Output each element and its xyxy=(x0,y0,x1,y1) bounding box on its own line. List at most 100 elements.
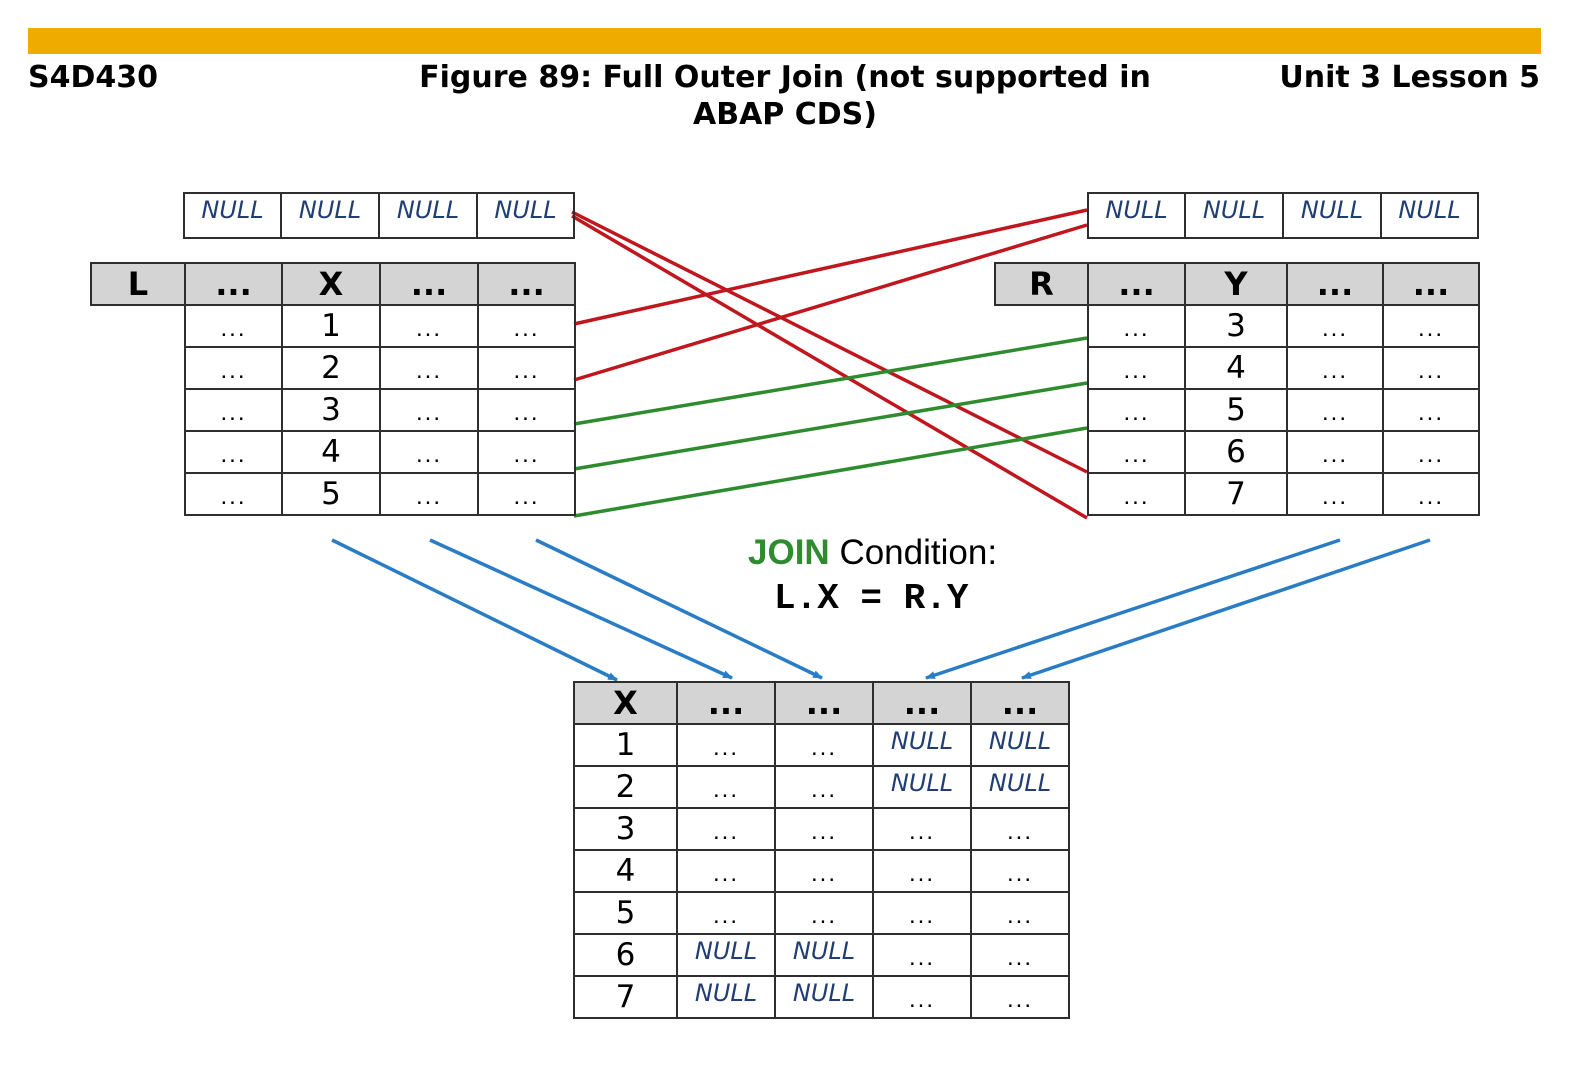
table-name-cell: R xyxy=(994,262,1089,306)
result-table: X ... ... ... ... 1 ... ... NULL NULL 2 … xyxy=(573,681,1070,1019)
table-cell: ... xyxy=(1286,346,1384,390)
table-cell: ... xyxy=(1087,388,1186,432)
key-cell: 4 xyxy=(1184,346,1288,390)
key-cell: 6 xyxy=(573,933,678,977)
spacer-cell xyxy=(91,389,185,431)
spacer-cell xyxy=(995,305,1088,347)
key-cell: 3 xyxy=(281,388,381,432)
right-table: R ... Y ... ... ... 3 ... ... ... 4 ... … xyxy=(994,262,1480,516)
null-cell: NULL xyxy=(476,192,575,239)
null-cell: NULL xyxy=(970,765,1070,809)
condition-word: Condition: xyxy=(839,533,998,572)
column-header: ... xyxy=(184,262,283,306)
table-cell: ... xyxy=(184,346,283,390)
key-cell: 5 xyxy=(281,472,381,516)
table-cell: ... xyxy=(774,765,874,809)
table-row: ... 3 ... ... xyxy=(995,304,1480,348)
table-cell: ... xyxy=(676,849,776,893)
column-header: ... xyxy=(774,681,874,725)
column-header: X xyxy=(281,262,381,306)
null-cell: NULL xyxy=(280,192,380,239)
table-cell: ... xyxy=(184,472,283,516)
table-cell: ... xyxy=(774,723,874,767)
table-cell: ... xyxy=(872,891,972,935)
table-cell: ... xyxy=(970,933,1070,977)
null-cell: NULL xyxy=(378,192,478,239)
table-row: ... 5 ... ... xyxy=(91,472,576,516)
table-row: 4 ... ... ... ... xyxy=(573,849,1070,893)
spacer-cell xyxy=(995,389,1088,431)
table-row: ... 3 ... ... xyxy=(91,388,576,432)
table-row: 7 NULL NULL ... ... xyxy=(573,975,1070,1019)
key-cell: 2 xyxy=(281,346,381,390)
null-cell: NULL xyxy=(970,723,1070,767)
spacer-cell xyxy=(91,431,185,473)
spacer-cell xyxy=(995,347,1088,389)
table-cell: ... xyxy=(676,723,776,767)
join-keyword: JOIN xyxy=(748,533,830,572)
key-cell: 3 xyxy=(1184,304,1288,348)
spacer-cell xyxy=(995,431,1088,473)
table-cell: ... xyxy=(774,891,874,935)
null-cell: NULL xyxy=(774,975,874,1019)
table-row: ... 1 ... ... xyxy=(91,304,576,348)
null-cell: NULL xyxy=(676,933,776,977)
table-cell: ... xyxy=(872,849,972,893)
key-cell: 5 xyxy=(573,891,678,935)
table-cell: ... xyxy=(1382,472,1480,516)
table-row: ... 5 ... ... xyxy=(995,388,1480,432)
table-cell: ... xyxy=(872,807,972,851)
right-null-row: NULL NULL NULL NULL xyxy=(1087,192,1479,239)
table-row: ... 2 ... ... xyxy=(91,346,576,390)
table-cell: ... xyxy=(676,765,776,809)
table-cell: ... xyxy=(1382,430,1480,474)
column-header: ... xyxy=(477,262,576,306)
table-row: 3 ... ... ... ... xyxy=(573,807,1070,851)
table-row: ... 6 ... ... xyxy=(995,430,1480,474)
table-cell: ... xyxy=(970,807,1070,851)
spacer-cell xyxy=(91,305,185,347)
null-cell: NULL xyxy=(1087,192,1186,239)
table-cell: ... xyxy=(1087,304,1186,348)
null-cell: NULL xyxy=(872,765,972,809)
table-cell: ... xyxy=(872,975,972,1019)
table-header-row: L ... X ... ... xyxy=(90,262,576,306)
table-cell: ... xyxy=(379,430,479,474)
table-cell: ... xyxy=(477,346,576,390)
table-cell: ... xyxy=(379,388,479,432)
table-cell: ... xyxy=(1286,388,1384,432)
null-cell: NULL xyxy=(183,192,282,239)
table-row: 2 ... ... NULL NULL xyxy=(573,765,1070,809)
table-cell: ... xyxy=(1382,304,1480,348)
null-cell: NULL xyxy=(774,933,874,977)
table-cell: ... xyxy=(184,304,283,348)
spacer-cell xyxy=(91,347,185,389)
key-cell: 4 xyxy=(573,849,678,893)
table-cell: ... xyxy=(676,807,776,851)
spacer-cell xyxy=(995,473,1088,515)
table-cell: ... xyxy=(379,472,479,516)
table-cell: ... xyxy=(774,849,874,893)
table-cell: ... xyxy=(1382,388,1480,432)
table-cell: ... xyxy=(970,975,1070,1019)
table-cell: ... xyxy=(477,304,576,348)
column-header: ... xyxy=(872,681,972,725)
key-cell: 4 xyxy=(281,430,381,474)
column-header: ... xyxy=(676,681,776,725)
table-name-cell: L xyxy=(90,262,186,306)
null-cell: NULL xyxy=(872,723,972,767)
table-cell: ... xyxy=(676,891,776,935)
key-cell: 7 xyxy=(573,975,678,1019)
table-row: 5 ... ... ... ... xyxy=(573,891,1070,935)
table-header-row: R ... Y ... ... xyxy=(994,262,1480,306)
table-header-row: X ... ... ... ... xyxy=(573,681,1070,725)
left-table: L ... X ... ... ... 1 ... ... ... 2 ... … xyxy=(90,262,576,516)
table-cell: ... xyxy=(477,388,576,432)
column-header: X xyxy=(573,681,678,725)
column-header: ... xyxy=(1382,262,1480,306)
table-cell: ... xyxy=(1286,472,1384,516)
column-header: Y xyxy=(1184,262,1288,306)
table-cell: ... xyxy=(1087,430,1186,474)
table-row: ... 4 ... ... xyxy=(995,346,1480,390)
null-cell: NULL xyxy=(676,975,776,1019)
